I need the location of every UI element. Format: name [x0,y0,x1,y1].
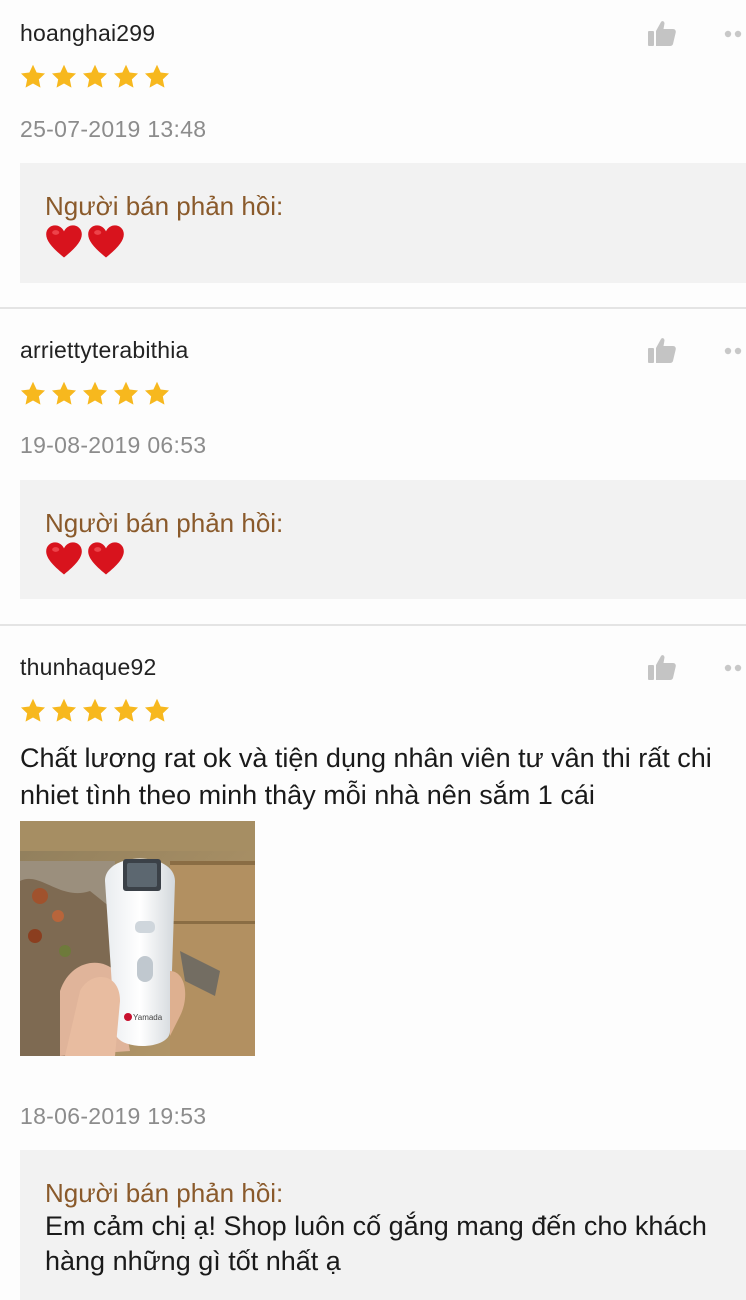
divider [0,624,746,626]
thumbs-up-icon[interactable] [646,652,678,684]
star-icon [143,380,171,408]
heart-icon [45,541,83,577]
more-dots-icon[interactable] [724,664,746,672]
reviewer-username[interactable]: thunhaque92 [20,654,157,681]
seller-reply-label: Người bán phản hồi: [45,191,284,221]
star-icon [50,697,78,725]
star-icon [112,697,140,725]
star-icon [19,697,47,725]
star-icon [112,380,140,408]
star-icon [81,63,109,91]
thumbs-up-icon[interactable] [646,335,678,367]
review-date: 18-06-2019 19:53 [20,1103,207,1129]
star-icon [50,63,78,91]
star-icon [81,380,109,408]
thumbs-up-icon[interactable] [646,18,678,50]
review-item: thunhaque92 Chất lương rat ok và tiện dụ… [0,634,746,1300]
divider [0,307,746,309]
review-date: 19-08-2019 06:53 [20,432,207,458]
heart-icon [87,224,125,260]
seller-reply: Người bán phản hồi: [20,163,746,283]
heart-icon [45,224,83,260]
review-photo[interactable]: Yamada [20,821,255,1056]
review-date: 25-07-2019 13:48 [20,116,207,142]
more-dots-icon[interactable] [724,30,746,38]
review-comment: Chất lương rat ok và tiện dụng nhân viên… [20,743,712,810]
seller-reply: Người bán phản hồi: Em cảm chị ạ! Shop l… [20,1150,746,1300]
star-icon [143,63,171,91]
seller-reply-label: Người bán phản hồi: [45,508,284,538]
star-icon [81,697,109,725]
star-icon [143,697,171,725]
reviewer-username[interactable]: arriettyterabithia [20,337,189,364]
seller-reply-text: Em cảm chị ạ! Shop luôn cố gắng mang đến… [45,1211,707,1276]
more-dots-icon[interactable] [724,347,746,355]
star-icon [19,63,47,91]
photo-brand-text: Yamada [133,1013,163,1022]
heart-icon [87,541,125,577]
star-icon [19,380,47,408]
reply-hearts [45,541,746,577]
thermometer-photo: Yamada [20,821,255,1056]
star-icon [50,380,78,408]
reply-hearts [45,224,746,260]
star-rating [19,697,171,725]
star-icon [112,63,140,91]
star-rating [19,380,171,408]
reviewer-username[interactable]: hoanghai299 [20,20,155,47]
seller-reply-label: Người bán phản hồi: [45,1178,284,1208]
seller-reply: Người bán phản hồi: [20,480,746,599]
review-item: arriettyterabithia 19-08-2019 06:53 Ngườ… [0,317,746,624]
star-rating [19,63,171,91]
review-item: hoanghai299 25-07-2019 13:48 Người bán p… [0,0,746,307]
